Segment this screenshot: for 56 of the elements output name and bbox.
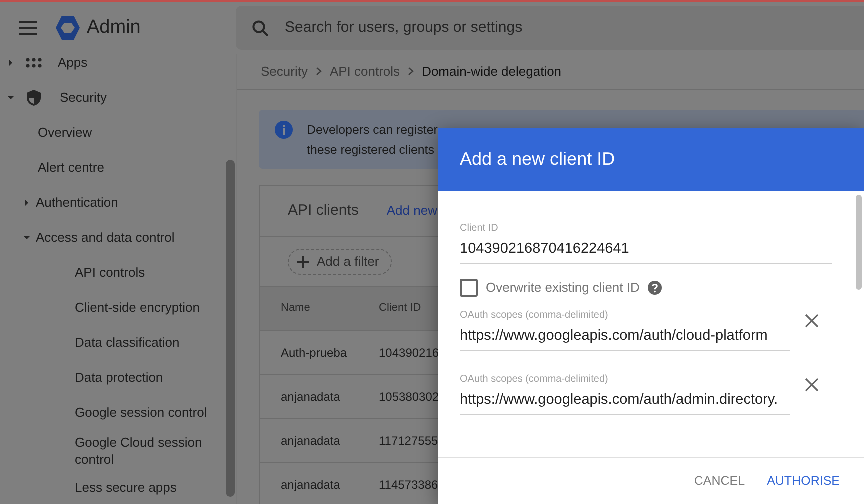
sidebar-item[interactable]: Authentication — [36, 192, 118, 212]
sidebar-item[interactable]: Overview — [38, 122, 92, 142]
add-new-link[interactable]: Add new — [386, 201, 438, 221]
table-cell-text: 114573386 — [379, 476, 438, 494]
sidebar-item[interactable]: Less secure apps — [75, 478, 177, 498]
app-name: Admin — [87, 16, 141, 40]
grid-icon — [26, 58, 42, 68]
table-cell-text: anjanadata — [281, 432, 342, 450]
field-label: OAuth scopes (comma-delimited) — [460, 374, 610, 386]
dialog-title: Add a new client ID — [460, 148, 616, 171]
search-field[interactable]: Search for users, groups or settings — [283, 16, 803, 40]
help-icon — [648, 280, 662, 295]
sidebar-item[interactable]: Google Cloud session control — [75, 434, 210, 468]
add-filter-button[interactable]: Add a filter — [288, 248, 392, 274]
sidebar-item[interactable]: API controls — [75, 262, 146, 282]
field-label: Client ID — [460, 223, 500, 235]
menu-icon[interactable] — [19, 21, 37, 35]
scope-field[interactable]: https://www.googleapis.com/auth/admin.directory. — [460, 386, 790, 414]
table-cell-text: 105380302 — [379, 388, 440, 406]
breadcrumb-link[interactable]: Security — [261, 62, 308, 82]
sidebar-item[interactable]: Client-side encryption — [75, 298, 200, 318]
info-icon — [275, 121, 293, 139]
authorise-button[interactable]: AUTHORISE — [761, 468, 846, 494]
scope-field[interactable]: https://www.googleapis.com/auth/cloud-platform — [460, 322, 790, 350]
sidebar-item[interactable]: Security — [60, 88, 107, 108]
sidebar-item[interactable]: Apps — [58, 54, 88, 72]
sidebar-item[interactable]: Access and data control — [36, 228, 175, 248]
table-cell-text: anjanadata — [281, 476, 342, 494]
chevron-icon — [408, 67, 414, 76]
shield-icon — [26, 88, 42, 106]
search-bar[interactable]: Search for users, groups or settings — [236, 6, 864, 50]
breadcrumb-link[interactable]: API controls — [330, 62, 400, 82]
search-icon — [252, 20, 269, 36]
chevron-icon — [316, 67, 322, 76]
sidebar-item[interactable]: Google session control — [75, 402, 208, 422]
field-label: OAuth scopes (comma-delimited) — [460, 310, 610, 322]
checkbox[interactable] — [460, 278, 478, 297]
cancel-button[interactable]: CANCEL — [688, 468, 752, 494]
card-title: API clients — [288, 200, 359, 221]
client-id-field[interactable]: 104390216870416224641 — [460, 235, 832, 264]
table-cell-text: 117127555 — [379, 432, 438, 450]
checkbox-label: Overwrite existing client ID — [486, 279, 640, 297]
scrollbar[interactable] — [856, 195, 862, 290]
table-cell-text: 104390216 — [379, 344, 440, 362]
column-header: Client ID — [379, 301, 422, 316]
table-cell-text: anjanadata — [281, 388, 342, 406]
plus-icon — [297, 256, 309, 268]
banner-text: these registered clients — [307, 142, 434, 159]
scrollbar[interactable] — [226, 160, 235, 497]
sidebar-item[interactable]: Data protection — [75, 368, 164, 388]
column-header: Name — [281, 301, 312, 316]
sidebar-item[interactable]: Data classification — [75, 332, 180, 352]
banner-text: Developers can register — [307, 122, 438, 139]
logo-icon — [55, 15, 81, 41]
sidebar-item[interactable]: Alert centre — [38, 158, 104, 178]
table-cell-text: Auth-prueba — [281, 344, 348, 362]
